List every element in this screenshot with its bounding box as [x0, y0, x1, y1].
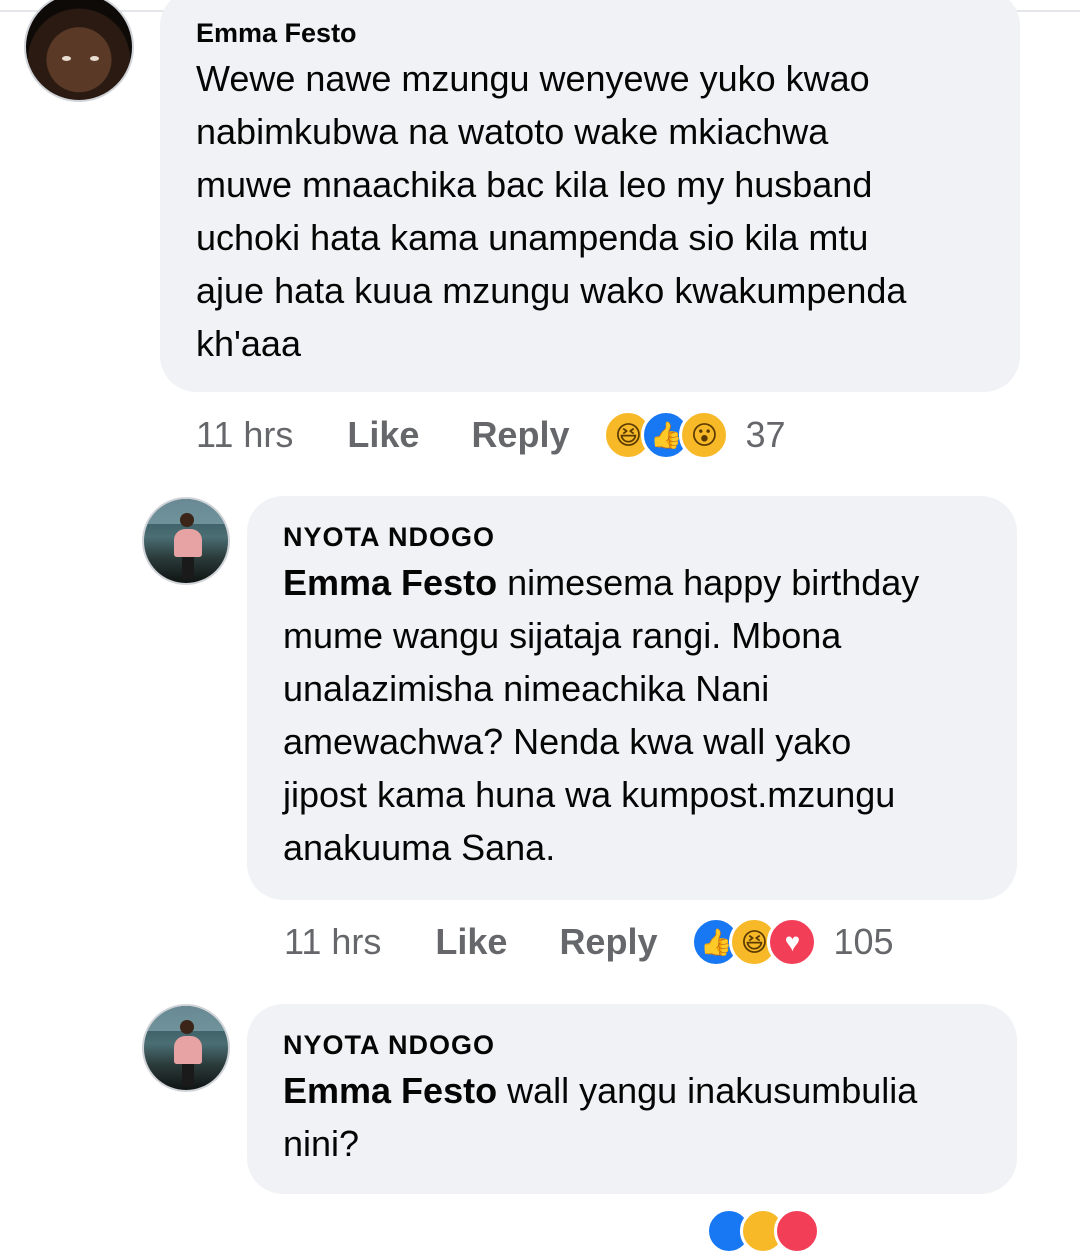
comment-line: Wewe nawe mzungu wenyewe yuko kwao: [196, 58, 870, 99]
comment-line: mume wangu sijataja rangi. Mbona: [283, 615, 842, 656]
comment-text: Wewe nawe mzungu wenyewe yuko kwao nabim…: [196, 52, 984, 370]
reply-bubble: NYOTA NDOGO Emma Festo wall yangu inakus…: [247, 1004, 1017, 1194]
like-button[interactable]: Like: [347, 414, 419, 456]
comment-line: nini?: [283, 1123, 360, 1164]
comment-text: Emma Festo wall yangu inakusumbulia nini…: [283, 1064, 981, 1170]
avatar-nyota-ndogo[interactable]: [142, 497, 230, 585]
avatar-detail: [174, 529, 202, 557]
avatar-detail: [180, 513, 194, 527]
reaction-count[interactable]: 105: [833, 921, 893, 963]
avatar-detail: [182, 557, 194, 579]
mention-link[interactable]: Emma Festo: [283, 1070, 497, 1111]
like-button[interactable]: Like: [435, 921, 507, 963]
comment-line: anakuuma Sana.: [283, 827, 556, 868]
comment-actions: 11 hrs Like Reply 😆 👍 😮 37: [196, 410, 786, 460]
comment-timestamp[interactable]: 11 hrs: [196, 414, 293, 456]
reply-bubble: NYOTA NDOGO Emma Festo nimesema happy bi…: [247, 496, 1017, 900]
comment-line: jipost kama huna wa kumpost.mzungu: [283, 774, 896, 815]
reaction-count[interactable]: 37: [745, 414, 785, 456]
avatar-emma-festo[interactable]: [24, 0, 134, 102]
reaction-summary[interactable]: [706, 1208, 820, 1254]
comment-line: nabimkubwa na watoto wake mkiachwa: [196, 111, 829, 152]
comment-line: Emma Festo nimesema happy birthday: [283, 556, 981, 609]
comment-line: uchoki hata kama unampenda sio kila mtu: [196, 217, 869, 258]
comment-text: Emma Festo nimesema happy birthday mume …: [283, 556, 981, 874]
comment-line: Emma Festo wall yangu inakusumbulia: [283, 1064, 981, 1117]
comment-author[interactable]: NYOTA NDOGO: [283, 520, 981, 554]
comment-line: unalazimisha nimeachika Nani: [283, 668, 770, 709]
heart-icon: [774, 1208, 820, 1254]
wow-icon: 😮: [679, 410, 730, 460]
heart-icon: ♥: [767, 917, 818, 967]
comment-line: muwe mnaachika bac kila leo my husband: [196, 164, 873, 205]
comment-line: amewachwa? Nenda kwa wall yako: [283, 721, 852, 762]
comment-line: ajue hata kuua mzungu wako kwakumpenda: [196, 270, 907, 311]
reaction-summary[interactable]: 😆 👍 😮: [603, 410, 730, 460]
comment-line-text: nimesema happy birthday: [497, 562, 920, 603]
comment-actions: 11 hrs Like Reply 👍 😆 ♥ 105: [284, 917, 894, 967]
avatar-detail: [180, 1020, 194, 1034]
comment-timestamp[interactable]: 11 hrs: [284, 921, 381, 963]
reply-button[interactable]: Reply: [559, 921, 657, 963]
comment-line-text: wall yangu inakusumbulia: [497, 1070, 918, 1111]
comment-author[interactable]: NYOTA NDOGO: [283, 1028, 981, 1062]
avatar-detail: [182, 1064, 194, 1086]
avatar-nyota-ndogo[interactable]: [142, 1004, 230, 1092]
reaction-summary[interactable]: 👍 😆 ♥: [691, 917, 818, 967]
mention-link[interactable]: Emma Festo: [283, 562, 497, 603]
avatar-detail: [90, 56, 99, 61]
comment-line: kh'aaa: [196, 323, 301, 364]
comment-bubble: Emma Festo Wewe nawe mzungu wenyewe yuko…: [160, 0, 1020, 392]
reply-button[interactable]: Reply: [471, 414, 569, 456]
comment-author[interactable]: Emma Festo: [196, 16, 984, 50]
avatar-detail: [62, 56, 71, 61]
avatar-detail: [174, 1036, 202, 1064]
